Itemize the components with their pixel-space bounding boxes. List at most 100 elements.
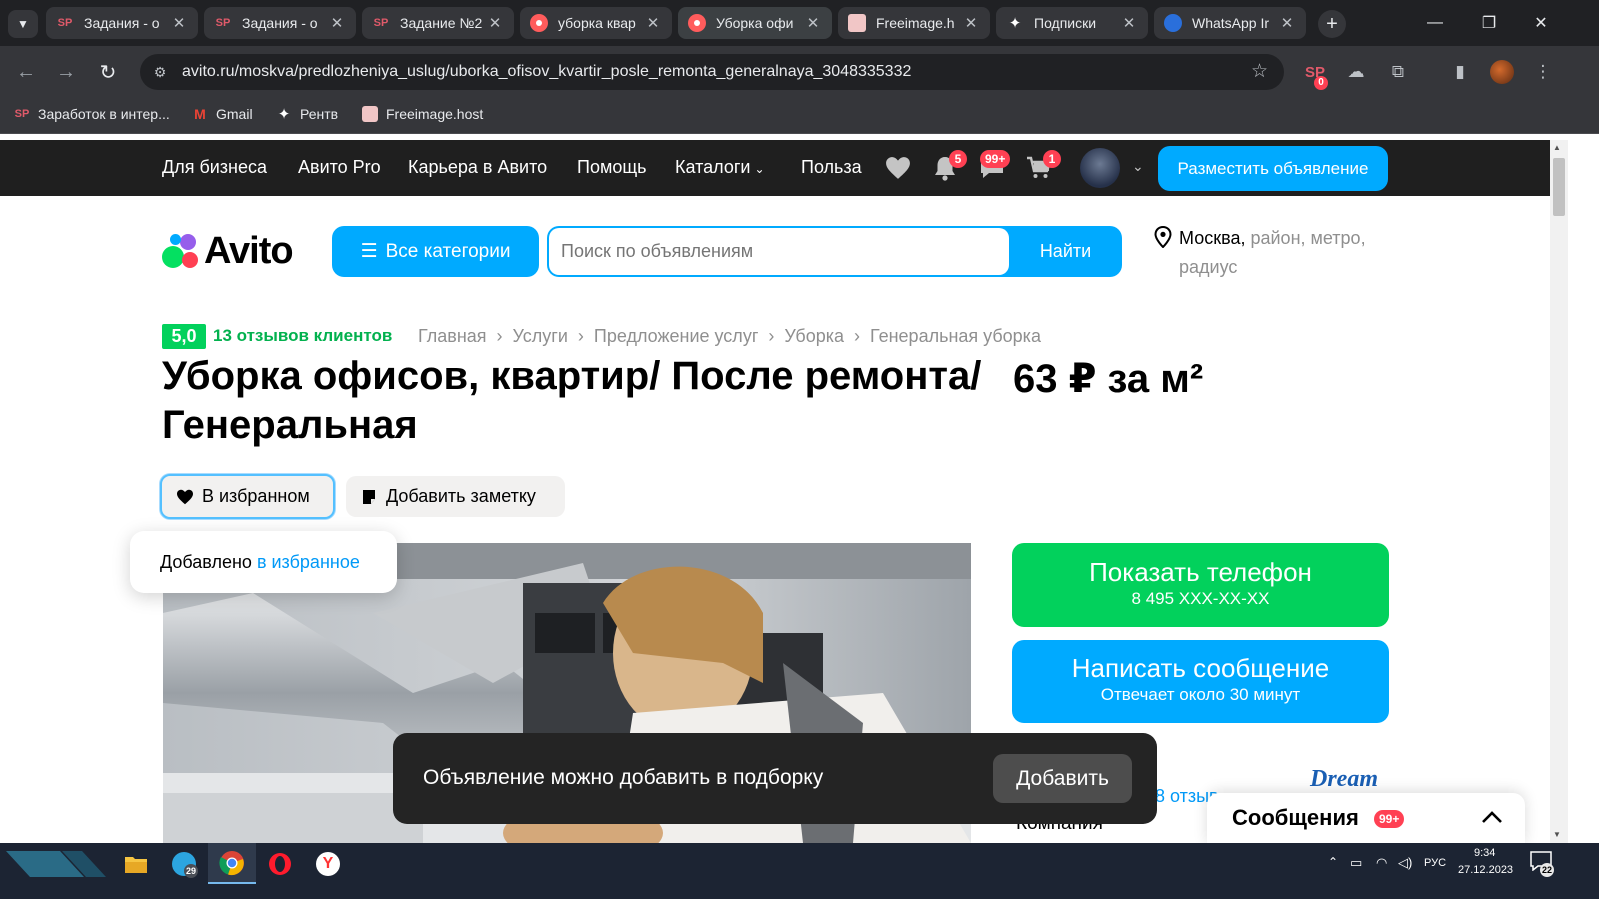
new-tab-button[interactable]: + <box>1318 10 1346 38</box>
reviews-link[interactable]: 13 отзывов клиентов <box>213 326 392 346</box>
listing-title: Уборка офисов, квартир/ После ремонта/ Г… <box>162 354 982 447</box>
record-icon <box>530 14 548 32</box>
bookmark-label: Заработок в интер... <box>38 106 170 122</box>
show-phone-button[interactable]: Показать телефон 8 495 XXX-XX-XX <box>1012 543 1389 627</box>
browser-tab[interactable]: уборка квар ✕ <box>520 7 672 39</box>
link-catalogs[interactable]: Каталоги ⌄ <box>675 157 765 178</box>
scroll-up-arrow-icon[interactable]: ▲ <box>1553 143 1561 152</box>
all-categories-button[interactable]: ☰ Все категории <box>332 226 539 277</box>
favorites-link[interactable]: в избранное <box>257 552 360 573</box>
page-scrollbar[interactable] <box>1550 140 1568 843</box>
browser-tab[interactable]: SP Задания - о ✕ <box>46 7 198 39</box>
link-business[interactable]: Для бизнеса <box>162 157 267 178</box>
chrome-taskbar-icon[interactable] <box>208 843 256 884</box>
bookmark-item[interactable]: SP Заработок в интер... <box>14 106 170 122</box>
cloud-extension-icon[interactable]: ☁ <box>1343 59 1369 85</box>
restore-button[interactable]: ❐ <box>1466 0 1512 46</box>
browser-tab[interactable]: WhatsApp Ir ✕ <box>1154 7 1306 39</box>
side-panel-icon[interactable]: ▮ <box>1447 59 1473 85</box>
close-icon[interactable]: ✕ <box>1120 14 1138 32</box>
clock-date[interactable]: 27.12.2023 <box>1458 864 1513 876</box>
seller-logo[interactable]: Dream <box>1310 766 1378 793</box>
browser-tab[interactable]: ✦ Подписки ✕ <box>996 7 1148 39</box>
back-button[interactable]: ← <box>12 58 40 86</box>
masked-phone-number: 8 495 XXX-XX-XX <box>1131 589 1270 608</box>
cart-badge: 1 <box>1043 150 1061 168</box>
favorites-heart-icon[interactable] <box>884 154 912 182</box>
yandex-browser-icon[interactable]: Y <box>304 843 352 884</box>
logo-dots-icon <box>160 230 202 272</box>
chevron-up-icon[interactable] <box>1479 805 1505 831</box>
post-ad-button[interactable]: Разместить объявление <box>1158 146 1388 191</box>
add-note-button[interactable]: Добавить заметку <box>346 476 565 517</box>
start-widget-icon[interactable] <box>4 849 108 879</box>
add-to-collection-button[interactable]: Добавить <box>993 754 1132 803</box>
write-message-button[interactable]: Написать сообщение Отвечает около 30 мин… <box>1012 640 1389 723</box>
chevron-down-icon[interactable]: ⌄ <box>1132 158 1144 175</box>
bookmark-item[interactable]: ✦ Рентв <box>276 106 339 123</box>
profile-avatar[interactable] <box>1489 59 1515 85</box>
location-hint: район, метро, <box>1250 228 1366 248</box>
bookmark-item[interactable]: Freeimage.host <box>362 106 483 122</box>
close-icon[interactable]: ✕ <box>962 14 980 32</box>
close-window-button[interactable]: ✕ <box>1518 0 1564 46</box>
battery-icon[interactable]: ▭ <box>1350 855 1362 871</box>
tab-search-icon[interactable]: ▼ <box>8 10 38 38</box>
bookmark-item[interactable]: M Gmail <box>192 106 252 122</box>
input-language[interactable]: РУС <box>1424 857 1446 869</box>
avito-logo[interactable]: Avito <box>160 230 294 272</box>
close-icon[interactable]: ✕ <box>170 14 188 32</box>
extensions-puzzle-icon[interactable]: ⧉ <box>1385 59 1411 85</box>
breadcrumb-item[interactable]: Услуги <box>513 326 568 347</box>
close-icon[interactable]: ✕ <box>644 14 662 32</box>
search-button[interactable]: Найти <box>1009 226 1122 277</box>
breadcrumb-item[interactable]: Предложение услуг <box>594 326 759 347</box>
minimize-button[interactable]: — <box>1412 0 1458 46</box>
opera-icon[interactable] <box>256 843 304 884</box>
file-explorer-icon[interactable] <box>112 843 160 884</box>
telegram-icon[interactable]: 29 <box>160 843 208 884</box>
address-bar[interactable]: ⚙ avito.ru/moskva/predlozheniya_uslug/ub… <box>140 54 1284 90</box>
sp-icon: SP <box>14 108 30 120</box>
clock-time[interactable]: 9:34 <box>1474 847 1495 859</box>
browser-tab-active[interactable]: Уборка офи ✕ <box>678 7 832 39</box>
scroll-down-arrow-icon[interactable]: ▼ <box>1553 830 1561 839</box>
close-icon[interactable]: ✕ <box>486 14 504 32</box>
link-benefit[interactable]: Польза <box>801 157 862 178</box>
breadcrumb-item[interactable]: Главная <box>418 326 487 347</box>
forward-button[interactable]: → <box>52 58 80 86</box>
site-info-icon[interactable]: ⚙ <box>150 62 170 82</box>
browser-tab[interactable]: Freeimage.h ✕ <box>838 7 990 39</box>
location-selector[interactable]: Москва, район, метро, радиус <box>1179 224 1419 282</box>
wifi-icon[interactable]: ◠ <box>1376 855 1387 871</box>
browser-tab[interactable]: SP Задания - о ✕ <box>204 7 356 39</box>
browser-toolbar: ← → ↻ ⚙ avito.ru/moskva/predlozheniya_us… <box>0 46 1599 98</box>
breadcrumb-separator-icon: › <box>768 326 775 346</box>
link-avito-pro[interactable]: Авито Pro <box>298 157 381 178</box>
search-input[interactable] <box>549 228 1009 275</box>
breadcrumb-item[interactable]: Генеральная уборка <box>870 326 1041 347</box>
chrome-menu-icon[interactable]: ⋮ <box>1530 59 1556 85</box>
reload-button[interactable]: ↻ <box>94 58 122 86</box>
bookmark-label: Рентв <box>300 106 339 122</box>
sparkle-icon: ✦ <box>1008 15 1022 32</box>
volume-icon[interactable]: ◁) <box>1398 855 1412 871</box>
sp-icon: SP <box>57 17 73 29</box>
url-text[interactable]: avito.ru/moskva/predlozheniya_uslug/ubor… <box>182 63 911 81</box>
close-icon[interactable]: ✕ <box>804 14 822 32</box>
bookmark-star-icon[interactable]: ☆ <box>1251 60 1268 83</box>
action-center-icon[interactable]: 22 <box>1530 851 1556 877</box>
link-career[interactable]: Карьера в Авито <box>408 157 547 178</box>
browser-tab[interactable]: SP Задание №2 ✕ <box>362 7 514 39</box>
categories-label: Все категории <box>385 240 511 262</box>
scrollbar-thumb[interactable] <box>1553 158 1565 216</box>
close-icon[interactable]: ✕ <box>1278 14 1296 32</box>
link-help[interactable]: Помощь <box>577 157 647 178</box>
favorite-button[interactable]: В избранном <box>160 474 335 519</box>
user-avatar[interactable] <box>1080 148 1120 188</box>
messenger-panel[interactable]: Сообщения 99+ <box>1207 793 1525 845</box>
chevron-up-icon[interactable]: ⌃ <box>1328 855 1338 869</box>
sp-icon: SP <box>373 17 389 29</box>
close-icon[interactable]: ✕ <box>328 14 346 32</box>
breadcrumb-item[interactable]: Уборка <box>784 326 844 347</box>
